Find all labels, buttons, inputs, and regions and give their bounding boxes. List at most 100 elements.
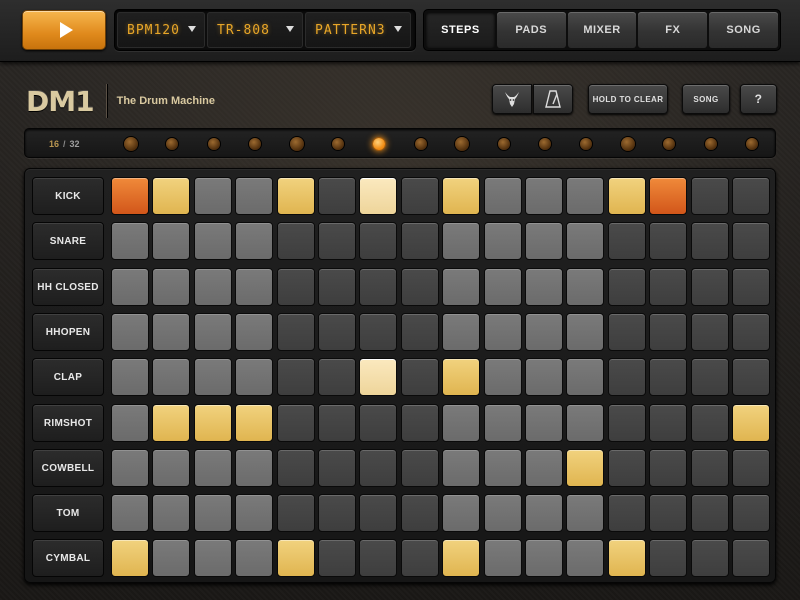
step-cell[interactable] (525, 494, 563, 532)
step-cell[interactable] (566, 313, 604, 351)
step-cell[interactable] (277, 358, 315, 396)
step-cell[interactable] (691, 313, 729, 351)
step-cell[interactable] (277, 539, 315, 577)
step-cell[interactable] (152, 177, 190, 215)
step-cell[interactable] (732, 358, 770, 396)
step-cell[interactable] (318, 358, 356, 396)
step-cell[interactable] (442, 313, 480, 351)
step-cell[interactable] (649, 539, 687, 577)
step-cell[interactable] (318, 268, 356, 306)
step-cell[interactable] (359, 539, 397, 577)
tab-pads[interactable]: PADS (496, 12, 566, 48)
step-cell[interactable] (484, 177, 522, 215)
tab-song[interactable]: SONG (709, 12, 778, 48)
step-cell[interactable] (691, 222, 729, 260)
step-cell[interactable] (401, 494, 439, 532)
step-cell[interactable] (566, 268, 604, 306)
step-cell[interactable] (318, 177, 356, 215)
step-cell[interactable] (608, 313, 646, 351)
pattern-selector[interactable]: PATTERN3 (305, 12, 411, 48)
step-cell[interactable] (442, 494, 480, 532)
track-label[interactable]: TOM (32, 494, 104, 532)
step-cell[interactable] (484, 222, 522, 260)
step-cell[interactable] (152, 313, 190, 351)
step-cell[interactable] (359, 449, 397, 487)
track-label[interactable]: SNARE (32, 222, 104, 260)
step-cell[interactable] (484, 404, 522, 442)
step-cell[interactable] (401, 358, 439, 396)
step-cell[interactable] (111, 449, 149, 487)
step-cell[interactable] (277, 404, 315, 442)
step-cell[interactable] (111, 539, 149, 577)
tab-fx[interactable]: FX (638, 12, 708, 48)
step-cell[interactable] (732, 494, 770, 532)
step-cell[interactable] (318, 404, 356, 442)
step-cell[interactable] (235, 494, 273, 532)
step-cell[interactable] (318, 313, 356, 351)
step-cell[interactable] (649, 222, 687, 260)
step-cell[interactable] (608, 177, 646, 215)
step-cell[interactable] (649, 358, 687, 396)
step-cell[interactable] (525, 313, 563, 351)
step-cell[interactable] (608, 404, 646, 442)
step-cell[interactable] (359, 313, 397, 351)
step-cell[interactable] (442, 177, 480, 215)
step-cell[interactable] (111, 268, 149, 306)
step-cell[interactable] (401, 222, 439, 260)
step-cell[interactable] (566, 222, 604, 260)
step-cell[interactable] (194, 358, 232, 396)
track-label[interactable]: COWBELL (32, 449, 104, 487)
track-label[interactable]: CLAP (32, 358, 104, 396)
step-cell[interactable] (442, 539, 480, 577)
step-cell[interactable] (277, 449, 315, 487)
step-cell[interactable] (525, 358, 563, 396)
step-cell[interactable] (649, 177, 687, 215)
track-label[interactable]: HH CLOSED (32, 268, 104, 306)
step-cell[interactable] (111, 494, 149, 532)
tab-steps[interactable]: STEPS (426, 12, 495, 48)
step-cell[interactable] (566, 177, 604, 215)
step-cell[interactable] (608, 268, 646, 306)
step-cell[interactable] (359, 222, 397, 260)
step-cell[interactable] (566, 449, 604, 487)
step-cell[interactable] (732, 177, 770, 215)
step-cell[interactable] (318, 449, 356, 487)
step-cell[interactable] (649, 268, 687, 306)
step-cell[interactable] (484, 449, 522, 487)
step-cell[interactable] (566, 404, 604, 442)
step-cell[interactable] (691, 358, 729, 396)
step-cell[interactable] (401, 268, 439, 306)
step-cell[interactable] (484, 268, 522, 306)
metronome-button[interactable] (533, 84, 573, 114)
step-cell[interactable] (732, 313, 770, 351)
step-cell[interactable] (608, 222, 646, 260)
step-cell[interactable] (277, 313, 315, 351)
step-cell[interactable] (111, 358, 149, 396)
step-cell[interactable] (442, 449, 480, 487)
step-cell[interactable] (194, 449, 232, 487)
hold-to-clear-button[interactable]: HOLD TO CLEAR (588, 84, 668, 114)
step-cell[interactable] (152, 449, 190, 487)
track-label[interactable]: CYMBAL (32, 539, 104, 577)
step-cell[interactable] (525, 449, 563, 487)
step-cell[interactable] (442, 358, 480, 396)
step-cell[interactable] (277, 222, 315, 260)
step-cell[interactable] (235, 177, 273, 215)
step-cell[interactable] (691, 539, 729, 577)
track-label[interactable]: RIMSHOT (32, 404, 104, 442)
step-cell[interactable] (649, 449, 687, 487)
step-cell[interactable] (442, 268, 480, 306)
step-cell[interactable] (318, 494, 356, 532)
step-cell[interactable] (277, 494, 315, 532)
step-cell[interactable] (484, 313, 522, 351)
step-cell[interactable] (608, 449, 646, 487)
step-cell[interactable] (111, 313, 149, 351)
step-cell[interactable] (152, 268, 190, 306)
step-cell[interactable] (277, 177, 315, 215)
step-cell[interactable] (484, 358, 522, 396)
track-label[interactable]: HHOPEN (32, 313, 104, 351)
step-cell[interactable] (152, 539, 190, 577)
step-cell[interactable] (608, 494, 646, 532)
step-cell[interactable] (359, 494, 397, 532)
step-cell[interactable] (691, 268, 729, 306)
